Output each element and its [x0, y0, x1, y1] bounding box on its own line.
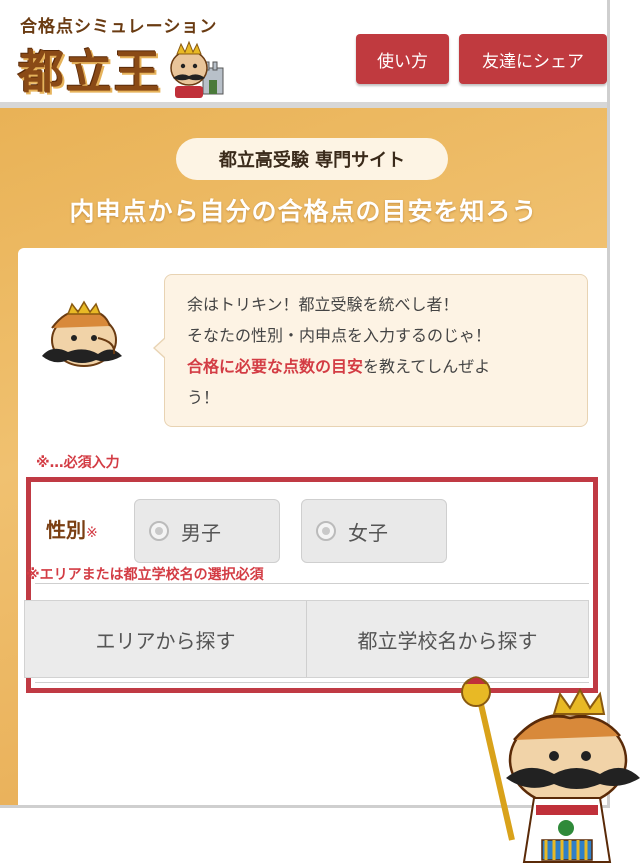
bubble-line-3: 合格に必要な点数の目安を教えてしんぜよ [187, 351, 573, 382]
gender-label: 性別※ [46, 514, 98, 543]
required-note: ※…必須入力 [36, 455, 120, 471]
gender-option-female-label: 女子 [348, 520, 388, 545]
tab-search-by-area[interactable]: エリアから探す [25, 601, 306, 677]
tab-search-by-school-name[interactable]: 都立学校名から探す [306, 601, 588, 677]
site-header: 合格点シミュレーション 都立王 使い方 友達にシェア [0, 0, 607, 108]
how-to-use-button[interactable]: 使い方 [356, 34, 449, 84]
bubble-line-3-rest: を教えてしんぜよ [363, 357, 491, 376]
hero-headline: 内申点から自分の合格点の目安を知ろう [69, 197, 538, 226]
radio-female-icon [316, 521, 336, 541]
king-avatar-icon [42, 300, 122, 367]
site-tagline-badge: 都立高受験 専門サイト [176, 138, 448, 180]
bubble-line-2: そなたの性別・内申点を入力するのじゃ！ [187, 326, 492, 345]
radio-male-icon [149, 521, 169, 541]
king-mascot-icon [461, 676, 640, 863]
logo-subtitle: 合格点シミュレーション [20, 17, 218, 37]
bubble-line-4: う！ [187, 388, 220, 407]
gender-option-male-label: 男子 [181, 520, 221, 545]
search-method-tabs: エリアから探す 都立学校名から探す [24, 600, 589, 678]
logo-title[interactable]: 都立王 [18, 36, 162, 102]
gender-required-mark: ※ [86, 525, 98, 541]
king-mascot-logo-icon [170, 40, 224, 98]
area-or-school-required-note: ※エリアまたは都立学校名の選択必須 [26, 567, 264, 583]
gender-option-male[interactable]: 男子 [134, 499, 280, 563]
gender-option-female[interactable]: 女子 [301, 499, 447, 563]
share-with-friends-button[interactable]: 友達にシェア [459, 34, 607, 84]
bubble-line-1: 余はトリキン！都立受験を統べし者！ [187, 295, 459, 314]
bubble-highlight: 合格に必要な点数の目安 [187, 357, 364, 376]
gender-label-text: 性別 [46, 518, 86, 542]
king-speech-bubble: 余はトリキン！都立受験を統べし者！ そなたの性別・内申点を入力するのじゃ！ 合格… [153, 274, 588, 427]
